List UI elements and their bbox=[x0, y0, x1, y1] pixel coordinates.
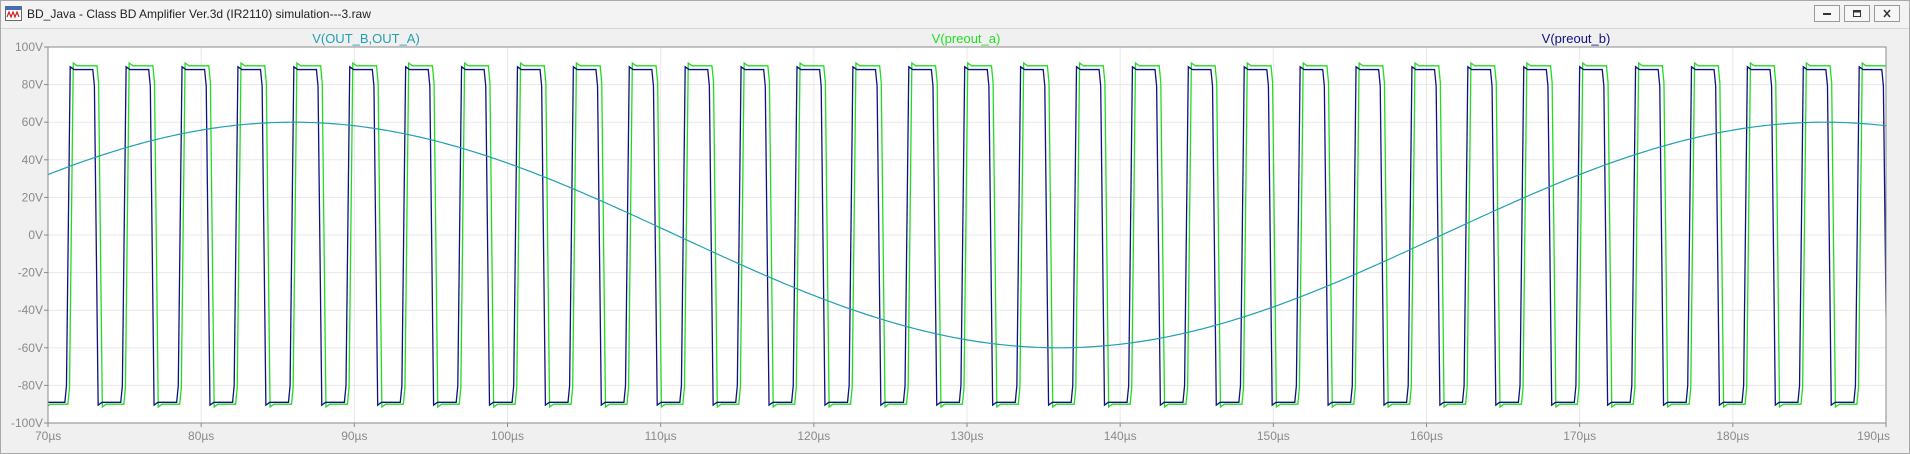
x-tick-label: 110µs bbox=[645, 429, 677, 443]
plot-pane[interactable]: 100V 80V 60V 40V 20V 0V -20V -40V -60V -80V -100V … bbox=[1, 29, 1909, 453]
x-tick-label: 180µs bbox=[1716, 429, 1749, 443]
x-axis: 70µs 80µs 90µs 100µs 110µs 120µs 130µs 140µs 150… bbox=[35, 423, 1890, 443]
ltspice-waveform-icon bbox=[5, 6, 22, 21]
y-tick-label: -80V bbox=[18, 378, 43, 392]
x-tick-label: 160µs bbox=[1410, 429, 1443, 443]
x-tick-label: 90µs bbox=[341, 429, 367, 443]
legend-label[interactable]: V(OUT_B,OUT_A) bbox=[312, 31, 420, 46]
y-tick-label: 40V bbox=[22, 153, 43, 167]
restore-icon bbox=[1853, 10, 1861, 17]
y-tick-label: 100V bbox=[15, 40, 43, 54]
y-tick-label: -20V bbox=[18, 266, 43, 280]
x-tick-label: 130µs bbox=[951, 429, 984, 443]
y-tick-label: -60V bbox=[18, 341, 43, 355]
close-button[interactable] bbox=[1874, 5, 1900, 22]
y-tick-label: -100V bbox=[11, 416, 43, 430]
y-tick-label: -40V bbox=[18, 303, 43, 317]
restore-button[interactable] bbox=[1844, 5, 1870, 22]
x-tick-label: 150µs bbox=[1257, 429, 1290, 443]
x-tick-label: 190µs bbox=[1857, 429, 1890, 443]
y-tick-label: 60V bbox=[22, 115, 43, 129]
title-bar[interactable]: BD_Java - Class BD Amplifier Ver.3d (IR2… bbox=[1, 1, 1909, 29]
x-tick-label: 120µs bbox=[797, 429, 830, 443]
x-tick-label: 170µs bbox=[1563, 429, 1596, 443]
window-title: BD_Java - Class BD Amplifier Ver.3d (IR2… bbox=[27, 7, 371, 21]
x-tick-label: 140µs bbox=[1104, 429, 1137, 443]
y-tick-label: 0V bbox=[28, 228, 43, 242]
y-tick-label: 80V bbox=[22, 78, 43, 92]
minimize-button[interactable] bbox=[1814, 5, 1840, 22]
waveform-window: BD_Java - Class BD Amplifier Ver.3d (IR2… bbox=[0, 0, 1910, 454]
x-tick-label: 70µs bbox=[35, 429, 61, 443]
y-axis: 100V 80V 60V 40V 20V 0V -20V -40V -60V -80V -100V bbox=[11, 40, 48, 430]
x-tick-label: 100µs bbox=[491, 429, 524, 443]
minimize-icon bbox=[1823, 13, 1831, 15]
waveform-plot[interactable]: 100V80V60V40V20V0V-20V-40V-60V-80V-100V … bbox=[1, 29, 1909, 453]
legend: V(OUT_B,OUT_A) V(preout_a) V(preout_b) bbox=[312, 31, 1610, 46]
close-icon bbox=[1883, 9, 1891, 18]
y-tick-label: 20V bbox=[22, 190, 43, 204]
legend-label[interactable]: V(preout_b) bbox=[1542, 31, 1611, 46]
legend-label[interactable]: V(preout_a) bbox=[932, 31, 1001, 46]
x-tick-label: 80µs bbox=[188, 429, 214, 443]
